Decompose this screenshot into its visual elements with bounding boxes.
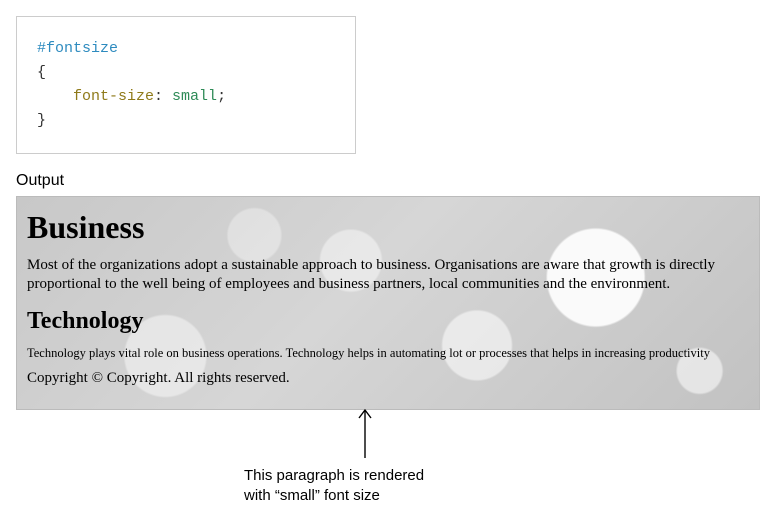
copyright-text: Copyright © Copyright. All rights reserv…: [27, 369, 749, 388]
css-property-token: font-size: [73, 88, 154, 105]
css-close-brace: }: [37, 112, 46, 129]
css-semicolon: ;: [217, 88, 226, 105]
paragraph-technology-small: Technology plays vital role on business …: [27, 345, 749, 361]
output-label: Output: [16, 172, 760, 190]
heading-business: Business: [27, 209, 749, 246]
annotation-caption: This paragraph is rendered with “small” …: [244, 466, 424, 507]
heading-technology: Technology: [27, 308, 749, 335]
css-open-brace: {: [37, 64, 46, 81]
paragraph-business: Most of the organizations adopt a sustai…: [27, 256, 749, 294]
rendered-output-panel: Business Most of the organizations adopt…: [16, 196, 760, 410]
css-selector-token: #fontsize: [37, 40, 118, 57]
annotation-area: This paragraph is rendered with “small” …: [16, 410, 760, 500]
arrow-up-icon: [355, 404, 375, 462]
css-value-token: small: [172, 88, 217, 105]
css-colon: :: [154, 88, 172, 105]
css-indent: [37, 88, 73, 105]
css-code-block: #fontsize { font-size: small; }: [16, 16, 356, 154]
